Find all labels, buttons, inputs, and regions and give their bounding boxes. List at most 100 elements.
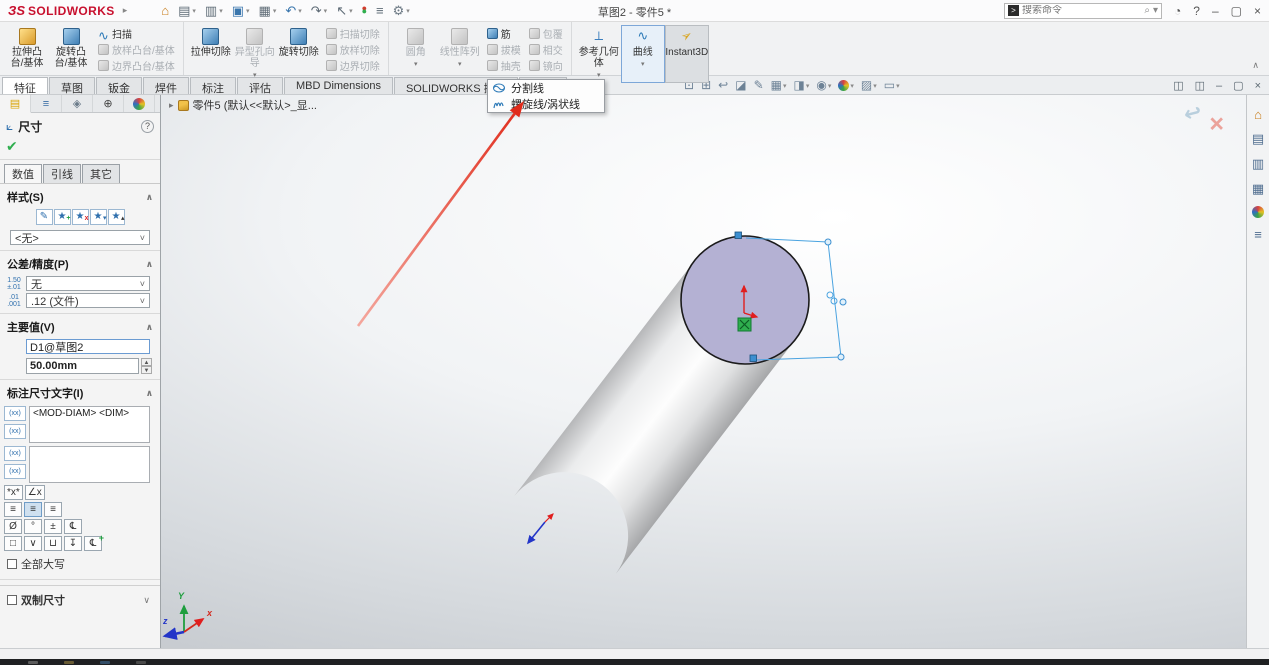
lofted-cut-button[interactable]: 放样切除 bbox=[323, 41, 383, 57]
intersect-button[interactable]: 相交 bbox=[526, 41, 566, 57]
minimize-icon[interactable]: – bbox=[1212, 4, 1219, 18]
home-icon[interactable]: ⌂▾ bbox=[161, 4, 169, 18]
help-icon[interactable]: ? bbox=[141, 120, 154, 133]
dimension-tab[interactable]: 数值 bbox=[4, 164, 42, 183]
doc-restore-icon[interactable]: ▢ bbox=[1233, 79, 1243, 92]
dimension-text-input[interactable] bbox=[29, 406, 150, 443]
ok-button[interactable]: ✔ bbox=[6, 138, 18, 154]
fillet-button[interactable]: 圆角 bbox=[394, 25, 438, 72]
graphics-viewport[interactable]: ▸ 零件5 (默认<<默认>_显... bbox=[161, 95, 1246, 648]
design-library-icon[interactable]: ▤ bbox=[1252, 131, 1264, 147]
dimension-text-header[interactable]: 标注尺寸文字(I) bbox=[0, 380, 160, 403]
lofted-boss-base-button[interactable]: 放样凸台/基体 bbox=[95, 41, 178, 57]
delete-style-button[interactable]: ★x bbox=[72, 209, 89, 225]
flyout-feature-tree[interactable]: ▸ 零件5 (默认<<默认>_显... bbox=[169, 97, 317, 113]
undo-icon[interactable]: ↶▾ bbox=[285, 4, 301, 18]
dimension-value-field[interactable] bbox=[26, 358, 139, 374]
reference-geometry-button[interactable]: 参考几何体 bbox=[577, 25, 621, 83]
save-icon[interactable]: ▣▾ bbox=[232, 4, 250, 18]
depth-symbol-button[interactable]: ↧ bbox=[64, 536, 82, 551]
hide-show-items-icon[interactable]: ◉ bbox=[816, 79, 831, 92]
draft-button[interactable]: 拔模 bbox=[484, 41, 524, 57]
menu-item-split-line[interactable]: 分割线 bbox=[488, 80, 604, 96]
swept-boss-base-button[interactable]: 扫描 bbox=[95, 25, 178, 41]
dimension-tab[interactable]: 引线 bbox=[43, 164, 81, 183]
align-left-button[interactable]: ≡ bbox=[4, 502, 22, 517]
new-window-icon[interactable]: ◫ bbox=[1195, 79, 1205, 92]
feature-manager-tab[interactable]: ≡ bbox=[31, 95, 62, 112]
view-palette-icon[interactable]: ▦ bbox=[1252, 181, 1264, 197]
style-section-header[interactable]: 样式(S) bbox=[0, 184, 160, 207]
spin-up-icon[interactable]: ▲ bbox=[141, 358, 152, 366]
set-default-style-button[interactable]: ✎ bbox=[36, 209, 53, 225]
dual-dimension-checkbox[interactable] bbox=[7, 595, 17, 605]
view-settings-icon[interactable]: ▭ bbox=[884, 79, 900, 92]
appearances-icon[interactable] bbox=[1252, 206, 1264, 218]
dimxpert-manager-tab[interactable]: ⊕ bbox=[93, 95, 124, 112]
taskbar-item[interactable] bbox=[64, 661, 74, 664]
previous-view-icon[interactable]: ↩ bbox=[718, 79, 728, 92]
display-manager-tab[interactable] bbox=[124, 95, 155, 112]
menu-expand-caret-icon[interactable]: ▸ bbox=[123, 5, 128, 16]
rib-button[interactable]: 筋 bbox=[484, 25, 524, 41]
dimension-value-button[interactable]: (xx) bbox=[4, 424, 26, 439]
search-input[interactable] bbox=[1022, 5, 1141, 16]
view-orientation-icon[interactable]: ▦ bbox=[771, 79, 787, 92]
more-symbols-button[interactable]: ℄+ bbox=[84, 536, 102, 551]
tree-expand-icon[interactable]: ▸ bbox=[169, 100, 174, 111]
linear-pattern-button[interactable]: 线性阵列 bbox=[438, 25, 482, 72]
plus-minus-symbol-button[interactable]: ± bbox=[44, 519, 62, 534]
property-manager-tab[interactable]: ▤ bbox=[0, 95, 31, 113]
home-tab-icon[interactable]: ⌂ bbox=[1254, 107, 1262, 122]
callout-value-button-2[interactable]: (xx) bbox=[4, 446, 26, 461]
close-icon[interactable]: × bbox=[1254, 4, 1261, 18]
restore-icon[interactable]: ▢ bbox=[1231, 4, 1242, 18]
unit-precision-select[interactable]: .12 (文件) bbox=[26, 293, 150, 308]
command-search-box[interactable]: > ⌕ ▾ bbox=[1004, 3, 1162, 19]
countersink-symbol-button[interactable]: ∨ bbox=[24, 536, 42, 551]
all-caps-checkbox[interactable] bbox=[7, 559, 17, 569]
display-style-icon[interactable]: ◨ bbox=[794, 79, 810, 92]
hole-wizard-button[interactable]: 异型孔向导 bbox=[233, 25, 277, 83]
doc-close-icon[interactable]: × bbox=[1255, 80, 1261, 92]
mirror-button[interactable]: 镜向 bbox=[526, 57, 566, 73]
edit-appearance-icon[interactable] bbox=[838, 80, 854, 91]
search-options-caret-icon[interactable]: ▾ bbox=[1153, 5, 1158, 16]
align-right-button[interactable]: ≡ bbox=[44, 502, 62, 517]
counterbore-symbol-button[interactable]: ⊔ bbox=[44, 536, 62, 551]
boundary-cut-button[interactable]: 边界切除 bbox=[323, 57, 383, 73]
doc-minimize-icon[interactable]: – bbox=[1216, 80, 1222, 92]
file-explorer-icon[interactable]: ▥ bbox=[1252, 156, 1264, 172]
3d-drawing-view-icon[interactable]: ✎ bbox=[754, 79, 764, 92]
dimension-tab[interactable]: 其它 bbox=[82, 164, 120, 183]
select-icon[interactable]: ↖▾ bbox=[336, 4, 352, 18]
dim-text-position-button[interactable]: *x* bbox=[4, 485, 23, 500]
open-icon[interactable]: ▥▾ bbox=[205, 4, 223, 18]
ribbon-tab[interactable]: 焊件 bbox=[143, 77, 189, 94]
extruded-boss-base-button[interactable]: 拉伸凸台/基体 bbox=[5, 25, 49, 72]
taskbar-item[interactable] bbox=[28, 661, 38, 664]
search-icon[interactable]: ⌕ bbox=[1144, 5, 1150, 16]
primary-value-header[interactable]: 主要值(V) bbox=[0, 314, 160, 337]
custom-properties-icon[interactable]: ≡ bbox=[1254, 227, 1262, 242]
wrap-button[interactable]: 包覆 bbox=[526, 25, 566, 41]
curves-button[interactable]: 曲线 bbox=[621, 25, 665, 83]
save-style-button[interactable]: ★▾ bbox=[90, 209, 107, 225]
tolerance-type-select[interactable]: 无 bbox=[26, 276, 150, 291]
print-icon[interactable]: ▦▾ bbox=[259, 4, 277, 18]
align-center-button[interactable]: ≡ bbox=[24, 502, 42, 517]
options-icon[interactable]: ⚙▾ bbox=[393, 4, 410, 18]
shell-button[interactable]: 抽壳 bbox=[484, 57, 524, 73]
dimension-text-input-2[interactable] bbox=[29, 446, 150, 483]
add-style-button[interactable]: ★+ bbox=[54, 209, 71, 225]
file-properties-icon[interactable]: ≡▾ bbox=[376, 4, 384, 18]
split-view-icon[interactable]: ◫ bbox=[1173, 79, 1183, 92]
square-symbol-button[interactable]: □ bbox=[4, 536, 22, 551]
section-view-icon[interactable]: ◪ bbox=[735, 79, 746, 92]
swept-cut-button[interactable]: 扫描切除 bbox=[323, 25, 383, 41]
taskbar-item[interactable] bbox=[136, 661, 146, 664]
ribbon-tab[interactable]: 钣金 bbox=[96, 77, 142, 94]
dimension-name-field[interactable] bbox=[26, 339, 150, 354]
new-document-icon[interactable]: ▤▾ bbox=[178, 4, 196, 18]
revolved-boss-base-button[interactable]: 旋转凸台/基体 bbox=[49, 25, 93, 72]
